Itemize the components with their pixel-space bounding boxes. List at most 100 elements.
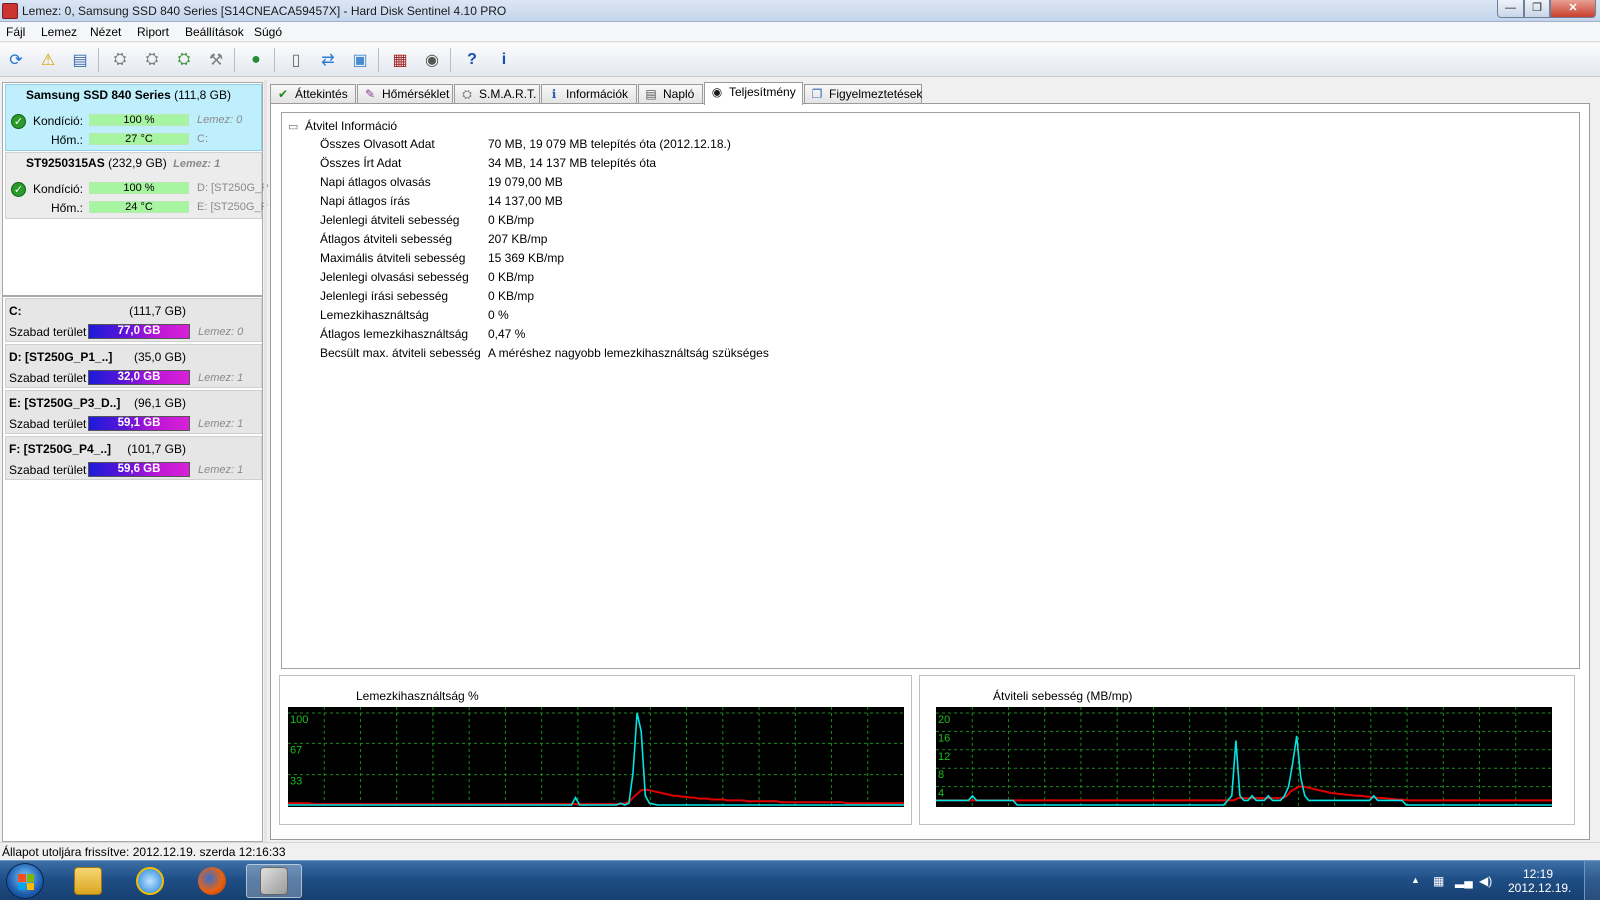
check-icon: ✔ xyxy=(277,87,289,101)
toolbar-separator xyxy=(378,48,379,72)
show-desktop-button[interactable] xyxy=(1584,861,1600,900)
disk-ref: Lemez: 0 xyxy=(197,114,243,126)
condition-label: Kondíció: xyxy=(33,114,84,128)
partition-item[interactable]: F: [ST250G_P4_..] (101,7 GB) Szabad terü… xyxy=(5,436,262,480)
explorer-icon xyxy=(74,867,102,895)
app-icon xyxy=(2,3,18,19)
partition-item[interactable]: E: [ST250G_P3_D..] (96,1 GB) Szabad terü… xyxy=(5,390,262,434)
hdd-check-icon[interactable]: ⛭ xyxy=(140,48,164,72)
info-label: Átlagos átviteli sebesség xyxy=(320,232,453,246)
disk-card-1[interactable]: ST9250315AS (232,9 GB) Lemez: 1 ✓ Kondíc… xyxy=(5,152,275,219)
tab-label: Teljesítmény xyxy=(729,85,796,99)
sync-icon[interactable]: ⇄ xyxy=(316,48,340,72)
disk-size: (232,9 GB) xyxy=(108,156,167,170)
free-space-label: Szabad terület xyxy=(9,417,87,431)
performance-tab-content: ▭ Átvitel Információ Összes Olvasott Adat… xyxy=(270,103,1590,840)
help-icon[interactable]: ? xyxy=(460,48,484,72)
volume-icon[interactable]: ◀) xyxy=(1479,874,1492,888)
close-button[interactable]: ✕ xyxy=(1550,0,1596,18)
minimize-button[interactable]: — xyxy=(1497,0,1524,18)
chart-icon[interactable]: ▦ xyxy=(388,48,412,72)
disk-title: ST9250315AS (232,9 GB) Lemez: 1 xyxy=(26,156,220,170)
taskbar-ie[interactable] xyxy=(122,864,178,898)
taskbar-firefox[interactable] xyxy=(184,864,240,898)
start-button[interactable] xyxy=(6,863,44,899)
clock[interactable]: 12:19 2012.12.19. xyxy=(1508,867,1571,895)
menu-file[interactable]: Fájl xyxy=(6,25,25,39)
charts-area: Lemezkihasználtság % 100 67 33 Átviteli se… xyxy=(279,675,1583,831)
tab-smart[interactable]: ⛭ S.M.A.R.T. xyxy=(454,84,540,104)
tray-arrow-icon[interactable]: ▲ xyxy=(1411,875,1420,885)
partition-size: (35,0 GB) xyxy=(133,350,186,364)
menu-settings[interactable]: Beállítások xyxy=(185,25,244,39)
menu-bar: Fájl Lemez Nézet Riport Beállítások Súgó xyxy=(0,22,1600,42)
disk-card-0[interactable]: Samsung SSD 840 Series (111,8 GB) ✓ Kond… xyxy=(5,84,262,151)
taskbar-explorer[interactable] xyxy=(60,864,116,898)
firefox-icon xyxy=(198,867,226,895)
y-tick-label: 33 xyxy=(290,776,302,788)
tab-log[interactable]: ▤ Napló xyxy=(638,84,703,104)
window-title: Lemez: 0, Samsung SSD 840 Series [S14CNE… xyxy=(22,4,507,18)
smart-icon: ⛭ xyxy=(462,87,472,101)
partition-item[interactable]: D: [ST250G_P1_..] (35,0 GB) Szabad terül… xyxy=(5,344,262,388)
toolbar-separator xyxy=(450,48,451,72)
tab-label: Napló xyxy=(663,87,695,101)
disk-size: (111,8 GB) xyxy=(174,88,232,102)
status-text: Állapot utoljára frissítve: 2012.12.19. … xyxy=(2,845,286,859)
refresh-icon[interactable]: ⟳ xyxy=(4,48,28,72)
menu-help[interactable]: Súgó xyxy=(254,25,282,39)
tab-bar: ✔ Áttekintés ✎ Hőmérséklet ⛭ S.M.A.R.T. … xyxy=(270,82,1590,105)
info-value: 0 % xyxy=(488,308,509,322)
document-icon[interactable]: ▯ xyxy=(284,48,308,72)
tab-label: Áttekintés xyxy=(295,87,348,101)
hdd-gray-icon[interactable]: ⛭ xyxy=(108,48,132,72)
signal-icon[interactable]: ▂▄ xyxy=(1455,874,1473,888)
free-space-bar: 59,6 GB xyxy=(88,462,190,477)
tab-performance[interactable]: ◉ Teljesítmény xyxy=(704,82,803,105)
info-label: Lemezkihasználtság xyxy=(320,308,429,322)
disk-volumes: C: xyxy=(197,133,208,145)
info-value: 0 KB/mp xyxy=(488,213,535,227)
tab-label: S.M.A.R.T. xyxy=(479,87,537,101)
tab-temperature[interactable]: ✎ Hőmérséklet xyxy=(357,84,453,104)
menu-report[interactable]: Riport xyxy=(137,25,169,39)
partition-item[interactable]: C: (111,7 GB) Szabad terület 77,0 GB Lem… xyxy=(5,298,262,342)
info-label: Jelenlegi írási sebesség xyxy=(320,289,449,303)
hdd-tools-icon[interactable]: ⚒ xyxy=(204,48,228,72)
toolbar-separator xyxy=(234,48,235,72)
info-value: 19 079,00 MB xyxy=(488,175,563,189)
transfer-info-box: ▭ Átvitel Információ Összes Olvasott Adat… xyxy=(281,112,1580,669)
taskbar-hdsentinel[interactable] xyxy=(246,864,302,898)
maximize-button[interactable]: ❐ xyxy=(1524,0,1550,18)
info-heading: ▭ Átvitel Információ xyxy=(288,119,397,133)
info-label: Összes Írt Adat xyxy=(320,156,402,170)
menu-disk[interactable]: Lemez xyxy=(41,25,77,39)
hdd-ok-icon[interactable]: ⛭ xyxy=(172,48,196,72)
info-icon[interactable]: i xyxy=(492,48,516,72)
toolbar-separator xyxy=(98,48,99,72)
free-space-label: Szabad terület xyxy=(9,371,87,385)
tab-information[interactable]: ℹ Információk xyxy=(541,84,637,104)
temperature-label: Hőm.: xyxy=(50,201,83,215)
disk-volume-1: D: [ST250G_P1 xyxy=(197,182,275,194)
ie-icon xyxy=(136,867,164,895)
partition-disk: Lemez: 1 xyxy=(198,418,244,430)
disk-list: Samsung SSD 840 Series (111,8 GB) ✓ Kond… xyxy=(2,82,275,296)
tab-alerts[interactable]: ❐ Figyelmeztetések xyxy=(804,84,922,104)
toolbar: ⟳ ⚠ ▤ ⛭ ⛭ ⛭ ⚒ ● ▯ ⇄ ▣ ▦ ◉ ? i xyxy=(0,43,1600,77)
menu-view[interactable]: Nézet xyxy=(90,25,121,39)
tab-label: Figyelmeztetések xyxy=(829,87,923,101)
title-bar: Lemez: 0, Samsung SSD 840 Series [S14CNE… xyxy=(0,0,1600,22)
info-icon: ℹ xyxy=(551,87,557,101)
series-current-line xyxy=(288,712,904,806)
panel-splitter[interactable] xyxy=(264,80,267,842)
disk-report-icon[interactable]: ▤ xyxy=(68,48,92,72)
monitor-icon[interactable]: ▣ xyxy=(348,48,372,72)
network-icon[interactable]: ▦ xyxy=(1433,874,1444,888)
warning-icon[interactable]: ⚠ xyxy=(36,48,60,72)
partition-disk: Lemez: 0 xyxy=(198,326,244,338)
speaker-icon[interactable]: ◉ xyxy=(420,48,444,72)
disk-name: Samsung SSD 840 Series xyxy=(26,88,171,102)
web-icon[interactable]: ● xyxy=(244,48,268,72)
tab-overview[interactable]: ✔ Áttekintés xyxy=(270,84,356,104)
